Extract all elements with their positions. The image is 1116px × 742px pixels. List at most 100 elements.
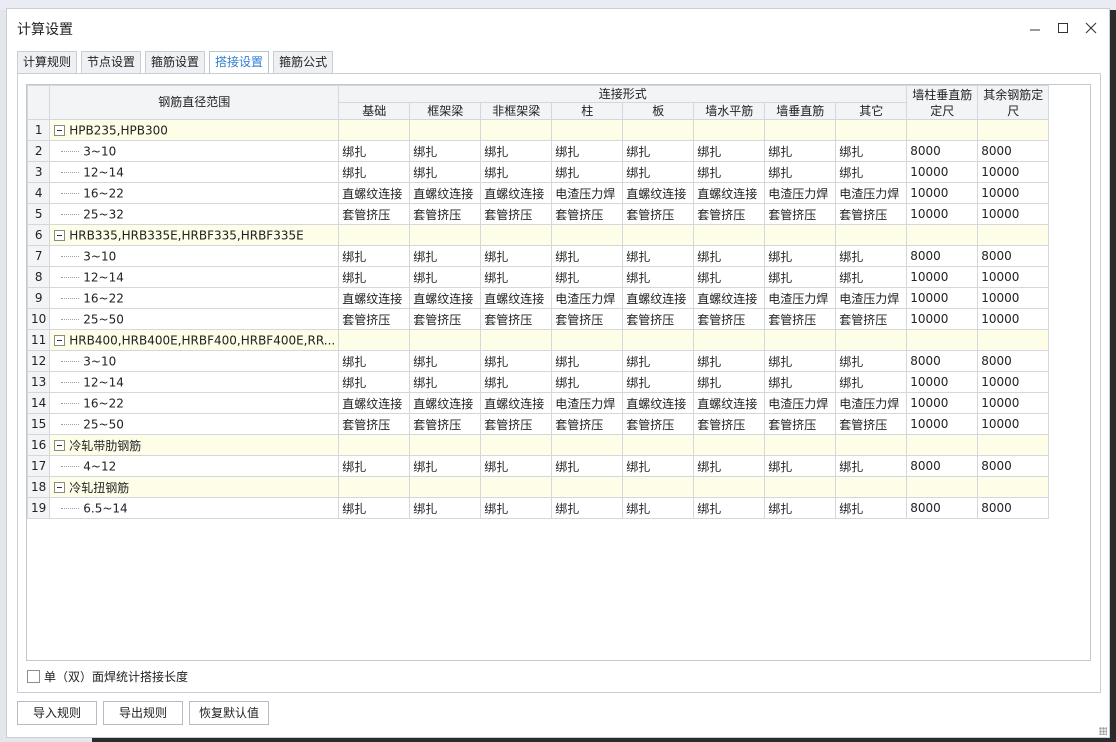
data-cell[interactable]: 绑扎	[693, 161, 766, 183]
table-row[interactable]: 15 25~50 套管挤压 套管挤压 套管挤压 套管挤压 套管挤压 套管挤压 套管挤压 套管挤压 1…	[27, 413, 1050, 435]
data-cell[interactable]: 绑扎	[480, 161, 553, 183]
data-cell[interactable]: 套管挤压	[764, 203, 837, 225]
group-row[interactable]: 18 冷轧扭钢筋	[27, 476, 1050, 498]
data-cell[interactable]: 套管挤压	[764, 308, 837, 330]
data-cell[interactable]	[693, 119, 766, 141]
data-cell[interactable]: 绑扎	[409, 350, 482, 372]
data-cell[interactable]: 直螺纹连接	[693, 392, 766, 414]
data-cell[interactable]: 10000	[977, 308, 1050, 330]
import-rules-button[interactable]: 导入规则	[17, 701, 97, 725]
data-cell[interactable]: 绑扎	[480, 455, 553, 477]
tab-stirrup-settings[interactable]: 箍筋设置	[145, 51, 206, 73]
group-row[interactable]: 11 HRB400,HRB400E,HRBF400,HRBF400E,RR...	[27, 329, 1050, 351]
data-cell[interactable]: 绑扎	[622, 161, 695, 183]
range-cell[interactable]: 16~22	[49, 392, 340, 414]
data-cell[interactable]: 8000	[906, 455, 979, 477]
data-cell[interactable]	[551, 119, 624, 141]
data-cell[interactable]	[906, 476, 979, 498]
data-cell[interactable]: 直螺纹连接	[480, 182, 553, 204]
data-cell[interactable]: 电渣压力焊	[551, 287, 624, 309]
range-cell[interactable]: 4~12	[49, 455, 340, 477]
group-cell[interactable]: HRB335,HRB335E,HRBF335,HRBF335E	[49, 224, 340, 246]
data-cell[interactable]: 绑扎	[409, 245, 482, 267]
group-cell[interactable]: HPB235,HPB300	[49, 119, 340, 141]
data-cell[interactable]: 套管挤压	[622, 413, 695, 435]
range-cell[interactable]: 3~10	[49, 245, 340, 267]
data-cell[interactable]: 电渣压力焊	[764, 287, 837, 309]
data-cell[interactable]	[622, 119, 695, 141]
data-cell[interactable]	[977, 224, 1050, 246]
data-cell[interactable]	[764, 119, 837, 141]
data-cell[interactable]: 电渣压力焊	[551, 392, 624, 414]
group-cell[interactable]: 冷轧带肋钢筋	[49, 434, 340, 456]
data-cell[interactable]: 10000	[977, 392, 1050, 414]
data-cell[interactable]	[977, 434, 1050, 456]
data-cell[interactable]: 绑扎	[338, 497, 411, 519]
data-cell[interactable]: 8000	[977, 497, 1050, 519]
data-cell[interactable]: 10000	[906, 371, 979, 393]
data-cell[interactable]	[764, 434, 837, 456]
data-cell[interactable]	[622, 329, 695, 351]
data-cell[interactable]	[977, 119, 1050, 141]
range-cell[interactable]: 12~14	[49, 161, 340, 183]
data-cell[interactable]: 直螺纹连接	[409, 392, 482, 414]
data-cell[interactable]: 绑扎	[764, 266, 837, 288]
data-cell[interactable]: 10000	[906, 287, 979, 309]
table-row[interactable]: 10 25~50 套管挤压 套管挤压 套管挤压 套管挤压 套管挤压 套管挤压 套管挤压 套管挤压 1…	[27, 308, 1050, 330]
data-cell[interactable]	[977, 329, 1050, 351]
data-cell[interactable]: 绑扎	[693, 245, 766, 267]
restore-defaults-button[interactable]: 恢复默认值	[189, 701, 269, 725]
table-row[interactable]: 9 16~22 直螺纹连接 直螺纹连接 直螺纹连接 电渣压力焊 直螺纹连接 直螺纹连接 电渣压力…	[27, 287, 1050, 309]
data-cell[interactable]: 绑扎	[764, 497, 837, 519]
data-cell[interactable]: 套管挤压	[622, 308, 695, 330]
tab-node-settings[interactable]: 节点设置	[81, 51, 142, 73]
data-cell[interactable]: 绑扎	[480, 497, 553, 519]
data-cell[interactable]: 套管挤压	[409, 203, 482, 225]
data-cell[interactable]	[480, 476, 553, 498]
collapse-icon[interactable]	[54, 481, 66, 493]
data-cell[interactable]: 10000	[906, 308, 979, 330]
collapse-icon[interactable]	[54, 229, 66, 241]
range-cell[interactable]: 16~22	[49, 182, 340, 204]
data-cell[interactable]: 绑扎	[409, 266, 482, 288]
table-row[interactable]: 7 3~10 绑扎 绑扎 绑扎 绑扎 绑扎 绑扎 绑扎 绑扎 8000 8000	[27, 245, 1050, 267]
table-row[interactable]: 5 25~32 套管挤压 套管挤压 套管挤压 套管挤压 套管挤压 套管挤压 套管挤压 套管挤压 10…	[27, 203, 1050, 225]
data-cell[interactable]	[835, 224, 908, 246]
data-cell[interactable]: 8000	[977, 245, 1050, 267]
data-cell[interactable]: 10000	[906, 182, 979, 204]
data-cell[interactable]	[551, 329, 624, 351]
data-cell[interactable]: 10000	[906, 203, 979, 225]
data-cell[interactable]: 10000	[977, 182, 1050, 204]
export-rules-button[interactable]: 导出规则	[103, 701, 183, 725]
table-row[interactable]: 14 16~22 直螺纹连接 直螺纹连接 直螺纹连接 电渣压力焊 直螺纹连接 直螺纹连接 电渣压…	[27, 392, 1050, 414]
data-cell[interactable]: 套管挤压	[480, 413, 553, 435]
data-cell[interactable]: 绑扎	[835, 245, 908, 267]
data-cell[interactable]: 套管挤压	[409, 413, 482, 435]
data-cell[interactable]: 8000	[977, 455, 1050, 477]
data-cell[interactable]	[551, 434, 624, 456]
data-cell[interactable]: 套管挤压	[409, 308, 482, 330]
data-cell[interactable]: 直螺纹连接	[693, 182, 766, 204]
data-cell[interactable]: 绑扎	[622, 350, 695, 372]
data-cell[interactable]: 绑扎	[551, 245, 624, 267]
data-cell[interactable]: 套管挤压	[551, 308, 624, 330]
data-cell[interactable]: 绑扎	[693, 266, 766, 288]
data-cell[interactable]: 绑扎	[835, 161, 908, 183]
data-cell[interactable]	[338, 434, 411, 456]
data-cell[interactable]: 绑扎	[338, 245, 411, 267]
data-cell[interactable]: 绑扎	[551, 140, 624, 162]
data-cell[interactable]: 套管挤压	[693, 308, 766, 330]
data-cell[interactable]: 绑扎	[551, 161, 624, 183]
data-cell[interactable]: 10000	[906, 161, 979, 183]
table-row[interactable]: 19 6.5~14 绑扎 绑扎 绑扎 绑扎 绑扎 绑扎 绑扎 绑扎 8000 8000	[27, 497, 1050, 519]
data-cell[interactable]: 直螺纹连接	[338, 392, 411, 414]
minimize-button[interactable]	[1024, 18, 1046, 38]
data-cell[interactable]: 10000	[977, 161, 1050, 183]
data-cell[interactable]	[480, 119, 553, 141]
data-cell[interactable]	[835, 434, 908, 456]
data-cell[interactable]: 绑扎	[622, 455, 695, 477]
data-cell[interactable]: 绑扎	[764, 140, 837, 162]
data-cell[interactable]: 绑扎	[693, 350, 766, 372]
data-cell[interactable]	[906, 119, 979, 141]
data-cell[interactable]: 直螺纹连接	[409, 182, 482, 204]
